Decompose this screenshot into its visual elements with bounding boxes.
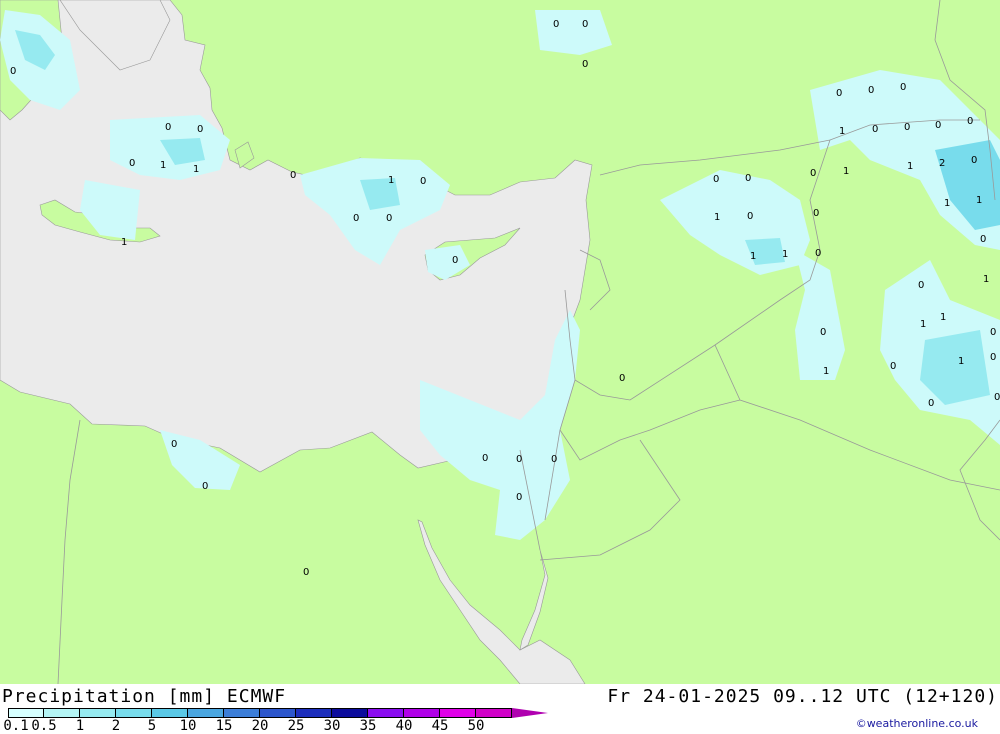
legend-swatch: [188, 708, 224, 718]
value-label: 0: [868, 85, 874, 96]
legend-tick-label: 40: [395, 718, 413, 734]
value-label: 0: [994, 392, 1000, 403]
legend-tick-label: 5: [147, 718, 157, 734]
legend-swatch: [80, 708, 116, 718]
value-label: 1: [388, 175, 394, 186]
value-label: 1: [782, 249, 788, 260]
value-label: 0: [918, 280, 924, 291]
color-legend-ticks: 0.1 0.5 1 2 5 10 15 20 25 30 35 40 45 50: [0, 718, 560, 734]
value-label: 0: [165, 122, 171, 133]
map-title: Precipitation [mm] ECMWF: [2, 686, 287, 707]
value-label: 0: [890, 361, 896, 372]
value-label: 0: [813, 208, 819, 219]
value-label: 1: [958, 356, 964, 367]
legend-swatch: [404, 708, 440, 718]
value-label: 0: [990, 352, 996, 363]
legend-tick-label: 0.5: [31, 718, 57, 734]
value-label: 1: [944, 198, 950, 209]
legend-swatch: [260, 708, 296, 718]
precip-area-aegean-north: [535, 10, 612, 55]
legend-tick-label: 1: [75, 718, 85, 734]
value-label: 1: [121, 237, 127, 248]
credit-link[interactable]: ©weatheronline.co.uk: [856, 717, 978, 730]
value-label: 1: [750, 251, 756, 262]
value-label: 0: [935, 120, 941, 131]
legend-tick-label: 25: [287, 718, 305, 734]
legend-swatch: [44, 708, 80, 718]
value-label: 1: [193, 164, 199, 175]
value-label: 0: [202, 481, 208, 492]
precipitation-map: 0 0 0 0 0 0 0 1 1 1 0 1 0 0 0 0 0 0 0 0 …: [0, 0, 1000, 684]
legend-tick-label: 2: [111, 718, 121, 734]
value-label: 0: [980, 234, 986, 245]
value-label: 0: [815, 248, 821, 259]
value-label: 1: [907, 161, 913, 172]
value-label: 0: [303, 567, 309, 578]
value-label: 0: [836, 88, 842, 99]
legend-swatch: [476, 708, 512, 718]
value-label: 0: [452, 255, 458, 266]
value-label: 0: [582, 59, 588, 70]
value-label: 0: [551, 454, 557, 465]
value-label: 0: [582, 19, 588, 30]
value-label: 1: [823, 366, 829, 377]
value-label: 0: [171, 439, 177, 450]
legend-swatch: [116, 708, 152, 718]
value-label: 0: [420, 176, 426, 187]
value-label: 2: [939, 158, 945, 169]
legend-tick-label: 35: [359, 718, 377, 734]
legend-swatch: [332, 708, 368, 718]
map-footer: Precipitation [mm] ECMWF Fr 24-01-2025 0…: [0, 684, 1000, 734]
value-label: 0: [971, 155, 977, 166]
legend-tick-label: 15: [215, 718, 233, 734]
legend-arrow: [512, 708, 548, 718]
legend-swatch: [224, 708, 260, 718]
value-label: 0: [810, 168, 816, 179]
legend-tick-label: 45: [431, 718, 449, 734]
value-label: 0: [713, 174, 719, 185]
legend-swatch: [368, 708, 404, 718]
weather-map-page: 0 0 0 0 0 0 0 1 1 1 0 1 0 0 0 0 0 0 0 0 …: [0, 0, 1000, 734]
value-label: 0: [872, 124, 878, 135]
forecast-time: Fr 24-01-2025 09..12 UTC (12+120): [607, 686, 998, 707]
value-label: 0: [928, 398, 934, 409]
value-label: 0: [197, 124, 203, 135]
value-label: 0: [386, 213, 392, 224]
value-label: 0: [904, 122, 910, 133]
value-label: 0: [516, 454, 522, 465]
legend-swatch: [296, 708, 332, 718]
value-label: 1: [160, 160, 166, 171]
legend-tick-label: 0.1: [3, 718, 29, 734]
value-label: 1: [983, 274, 989, 285]
value-label: 1: [843, 166, 849, 177]
value-label: 1: [940, 312, 946, 323]
value-label: 0: [353, 213, 359, 224]
value-label: 0: [900, 82, 906, 93]
value-label: 0: [745, 173, 751, 184]
value-label: 1: [714, 212, 720, 223]
legend-swatch: [152, 708, 188, 718]
value-label: 1: [839, 126, 845, 137]
value-label: 0: [10, 66, 16, 77]
legend-tick-label: 10: [179, 718, 197, 734]
value-label: 1: [976, 195, 982, 206]
legend-tick-label: 20: [251, 718, 269, 734]
color-legend-bar: [8, 708, 548, 718]
value-label: 0: [747, 211, 753, 222]
legend-swatch: [8, 708, 44, 718]
value-label: 0: [967, 116, 973, 127]
value-label: 0: [482, 453, 488, 464]
value-label: 0: [990, 327, 996, 338]
value-label: 0: [619, 373, 625, 384]
value-label: 1: [920, 319, 926, 330]
legend-swatch: [440, 708, 476, 718]
legend-tick-label: 50: [467, 718, 485, 734]
value-label: 0: [516, 492, 522, 503]
value-label: 0: [553, 19, 559, 30]
legend-tick-label: 30: [323, 718, 341, 734]
value-label: 0: [129, 158, 135, 169]
value-label: 0: [820, 327, 826, 338]
value-label: 0: [290, 170, 296, 181]
